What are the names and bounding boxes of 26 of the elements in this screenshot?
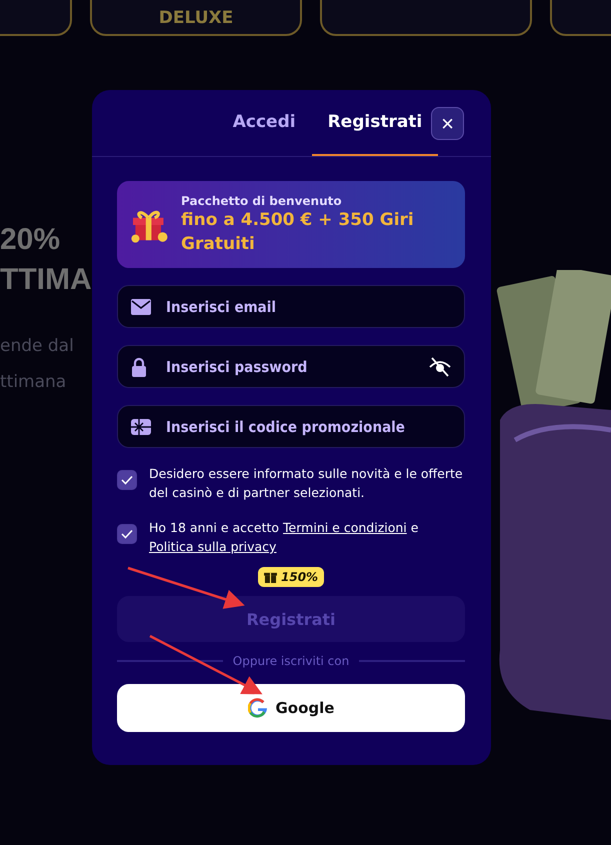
promo-text: ende dal: [0, 335, 75, 358]
bonus-badge: 150%: [258, 567, 324, 587]
promo-headline: 20%: [0, 222, 62, 258]
promo-offer: fino a 4.500 € + 350 Giri Gratuiti: [181, 208, 415, 256]
checkbox[interactable]: [117, 524, 137, 544]
gift-icon: [264, 571, 277, 583]
check-icon: [121, 475, 133, 485]
game-button[interactable]: DELUXE: [90, 0, 302, 36]
google-button[interactable]: Google: [117, 684, 465, 732]
password-field[interactable]: Inserisci password: [117, 345, 465, 388]
consent-text: Ho 18 anni e accetto Termini e condizioni e Politica sulla privacy: [149, 519, 420, 556]
promo-caption: Pacchetto di benvenuto: [181, 194, 343, 208]
checkbox[interactable]: [117, 470, 137, 490]
promo-text: ttimana: [0, 371, 68, 394]
email-field[interactable]: Inserisci email: [117, 285, 465, 328]
check-icon: [121, 529, 133, 539]
terms-link[interactable]: Politica sulla privacy: [149, 539, 276, 554]
promo-headline: TTIMA: [0, 262, 92, 298]
eye-off-icon[interactable]: [429, 356, 451, 376]
close-button[interactable]: ×: [431, 107, 464, 140]
google-g-icon: [248, 698, 268, 718]
consent-text: Desidero essere informato sulle novità e le offerte del casinò e di partner selezionati.: [149, 465, 464, 502]
divider-label: Oppure iscriviti con: [232, 654, 350, 668]
tab[interactable]: Accedi: [216, 90, 312, 156]
promo-code-field[interactable]: Inserisci il codice promozionale: [117, 405, 465, 448]
terms-link[interactable]: Termini e condizioni: [283, 520, 407, 535]
